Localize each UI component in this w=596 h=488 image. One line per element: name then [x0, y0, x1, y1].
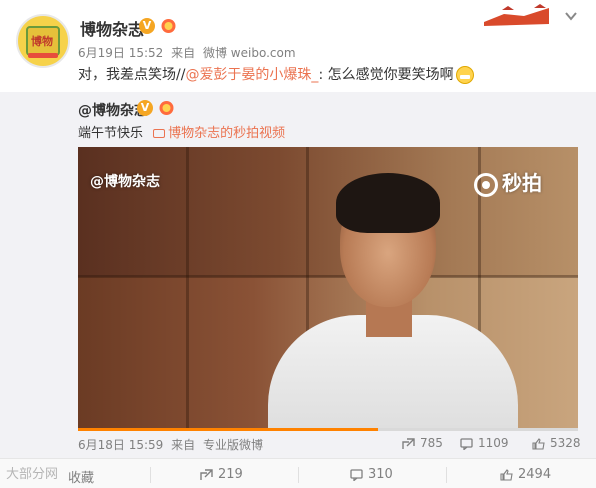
- avatar-book-icon: 博物: [26, 26, 60, 56]
- verified-icon: V: [137, 100, 153, 116]
- post-source-prefix: 来自: [171, 46, 196, 60]
- video-progress-bar[interactable]: [78, 428, 578, 431]
- post-date[interactable]: 6月19日 15:52: [78, 46, 163, 60]
- repost-button[interactable]: 219: [200, 467, 243, 482]
- repost-date[interactable]: 6月18日 15:59: [78, 438, 163, 452]
- share-icon: [200, 468, 213, 480]
- like-button[interactable]: 2494: [500, 467, 551, 482]
- site-watermark: 大部分网: [6, 467, 59, 482]
- medal-icon: [161, 19, 176, 33]
- author-name[interactable]: 博物杂志: [80, 16, 144, 40]
- video-player[interactable]: @博物杂志 秒拍: [78, 147, 578, 429]
- thumbs-up-icon: [500, 468, 513, 481]
- comment-icon: [350, 468, 363, 481]
- repost-share-button[interactable]: 785: [402, 436, 443, 450]
- post-footer: 大部分网 收藏 219 310 2494: [0, 458, 596, 488]
- thumbs-up-icon: [532, 437, 545, 450]
- miaopai-icon: [474, 172, 498, 197]
- repost-meta: 6月18日 15:59 来自 专业版微博: [78, 438, 263, 452]
- great-wall-banner-icon: [474, 2, 554, 28]
- share-icon: [402, 437, 415, 449]
- post-header: 博物 博物杂志 V 6月19日 15:52 来自 微博 weibo.com 对，…: [0, 0, 596, 92]
- avatar[interactable]: 博物: [16, 14, 70, 68]
- video-watermark: @博物杂志: [90, 174, 160, 190]
- post-meta: 6月19日 15:52 来自 微博 weibo.com: [78, 44, 300, 61]
- repost-text: 端午节快乐 博物杂志的秒拍视频: [78, 126, 286, 141]
- reposted-content: @博物杂志 V 端午节快乐 博物杂志的秒拍视频 @博物杂志 秒拍 6月18日 1…: [0, 92, 596, 458]
- post-source[interactable]: 微博 weibo.com: [203, 46, 296, 60]
- comment-button[interactable]: 310: [350, 467, 393, 482]
- comment-icon: [460, 437, 473, 450]
- medal-icon: [159, 101, 174, 115]
- repost-source[interactable]: 专业版微博: [203, 438, 263, 452]
- repost-like-button[interactable]: 5328: [532, 436, 581, 450]
- repost-comment-button[interactable]: 1109: [460, 436, 509, 450]
- miaopai-logo: 秒拍: [474, 167, 542, 197]
- video-progress-fill: [78, 428, 378, 431]
- chevron-down-icon[interactable]: [564, 10, 578, 22]
- mention-link[interactable]: @爱彭于晏的小爆珠_: [185, 67, 318, 83]
- video-link[interactable]: 博物杂志的秒拍视频: [153, 126, 285, 141]
- grin-emoji-icon: [455, 66, 474, 84]
- verified-icon: V: [139, 18, 155, 34]
- video-icon: [153, 129, 166, 138]
- collect-button[interactable]: 收藏: [68, 467, 94, 486]
- post-text: 对，我差点笑场//@爱彭于晏的小爆珠_: 怎么感觉你要笑场啊: [78, 64, 474, 84]
